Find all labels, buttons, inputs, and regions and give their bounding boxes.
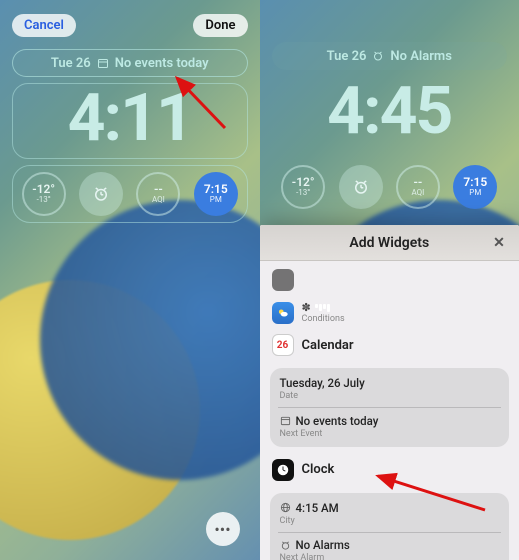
close-button[interactable]: ✕ [489,233,509,253]
date-extra-text: No Alarms [390,49,451,64]
clock-app-icon [272,459,294,481]
calendar-icon [97,57,109,69]
app-icon [272,269,294,291]
clock-alarm-widget[interactable]: No Alarms Next Alarm [280,538,500,560]
cancel-button[interactable]: Cancel [12,14,76,37]
date-extra-text: No events today [115,56,209,71]
world-clock-widget[interactable]: 7:15 PM [453,165,497,209]
aqi-widget[interactable]: -- AQI [396,165,440,209]
widgets-slot[interactable]: -12° -13° -- AQI 7:15 PM [12,165,248,223]
calendar-icon [280,415,291,426]
lockscreen-edit-left: Cancel Done Tue 26 No events today 4:11 … [0,0,260,560]
sheet-header: Add Widgets ✕ [260,225,519,261]
date-widget-slot[interactable]: Tue 26 No events today [12,49,248,77]
add-widgets-sheet: Add Widgets ✕ ✽ [260,225,519,560]
weather-preview: ✽ [302,301,345,314]
weather-temp-widget[interactable]: -12° -13° [281,165,325,209]
close-icon: ✕ [493,235,505,251]
date-widget-slot[interactable]: Tue 26 No Alarms [272,42,508,70]
cut-row [270,267,510,299]
alarm-icon [92,185,110,203]
clock-section-label: Clock [302,462,335,477]
alarm-icon [352,178,370,196]
clock-widget-slot[interactable]: 4:11 [12,83,248,159]
clock-widget-slot[interactable]: 4:45 [272,76,508,152]
ellipsis-icon: ••• [214,520,230,539]
done-button[interactable]: Done [193,14,247,37]
world-clock-widget[interactable]: 7:15 PM [194,172,238,216]
clock-widgets-card: 4:15 AM City No Alarms Next Alarm [270,493,510,560]
globe-icon [280,502,291,513]
weather-temp-widget[interactable]: -12° -13° [22,172,66,216]
weather-app-icon [272,302,294,324]
big-time: 4:45 [273,79,507,145]
alarm-icon [280,540,291,551]
more-button[interactable]: ••• [206,512,240,546]
alarm-widget[interactable] [339,165,383,209]
aqi-widget[interactable]: -- AQI [136,172,180,216]
alarm-widget[interactable] [79,172,123,216]
calendar-date-widget[interactable]: Tuesday, 26 July Date [280,376,500,401]
big-time: 4:11 [13,86,247,152]
lockscreen-edit-right: Tue 26 No Alarms 4:45 -12° -13° [260,0,519,560]
sheet-title: Add Widgets [349,235,429,251]
weather-cond-label: Conditions [302,314,345,324]
calendar-event-widget[interactable]: No events today Next Event [280,414,500,439]
calendar-widgets-card: Tuesday, 26 July Date No events today Ne… [270,368,510,447]
widgets-slot[interactable]: -12° -13° -- AQI 7:15 PM [272,158,508,216]
calendar-section-label: Calendar [302,338,354,353]
calendar-app-icon: 26 [272,334,294,356]
date-text: Tue 26 [51,56,91,71]
date-text: Tue 26 [327,49,367,64]
weather-row[interactable]: ✽ Conditions [270,299,510,332]
alarm-icon [372,50,384,62]
clock-city-widget[interactable]: 4:15 AM City [280,501,500,526]
